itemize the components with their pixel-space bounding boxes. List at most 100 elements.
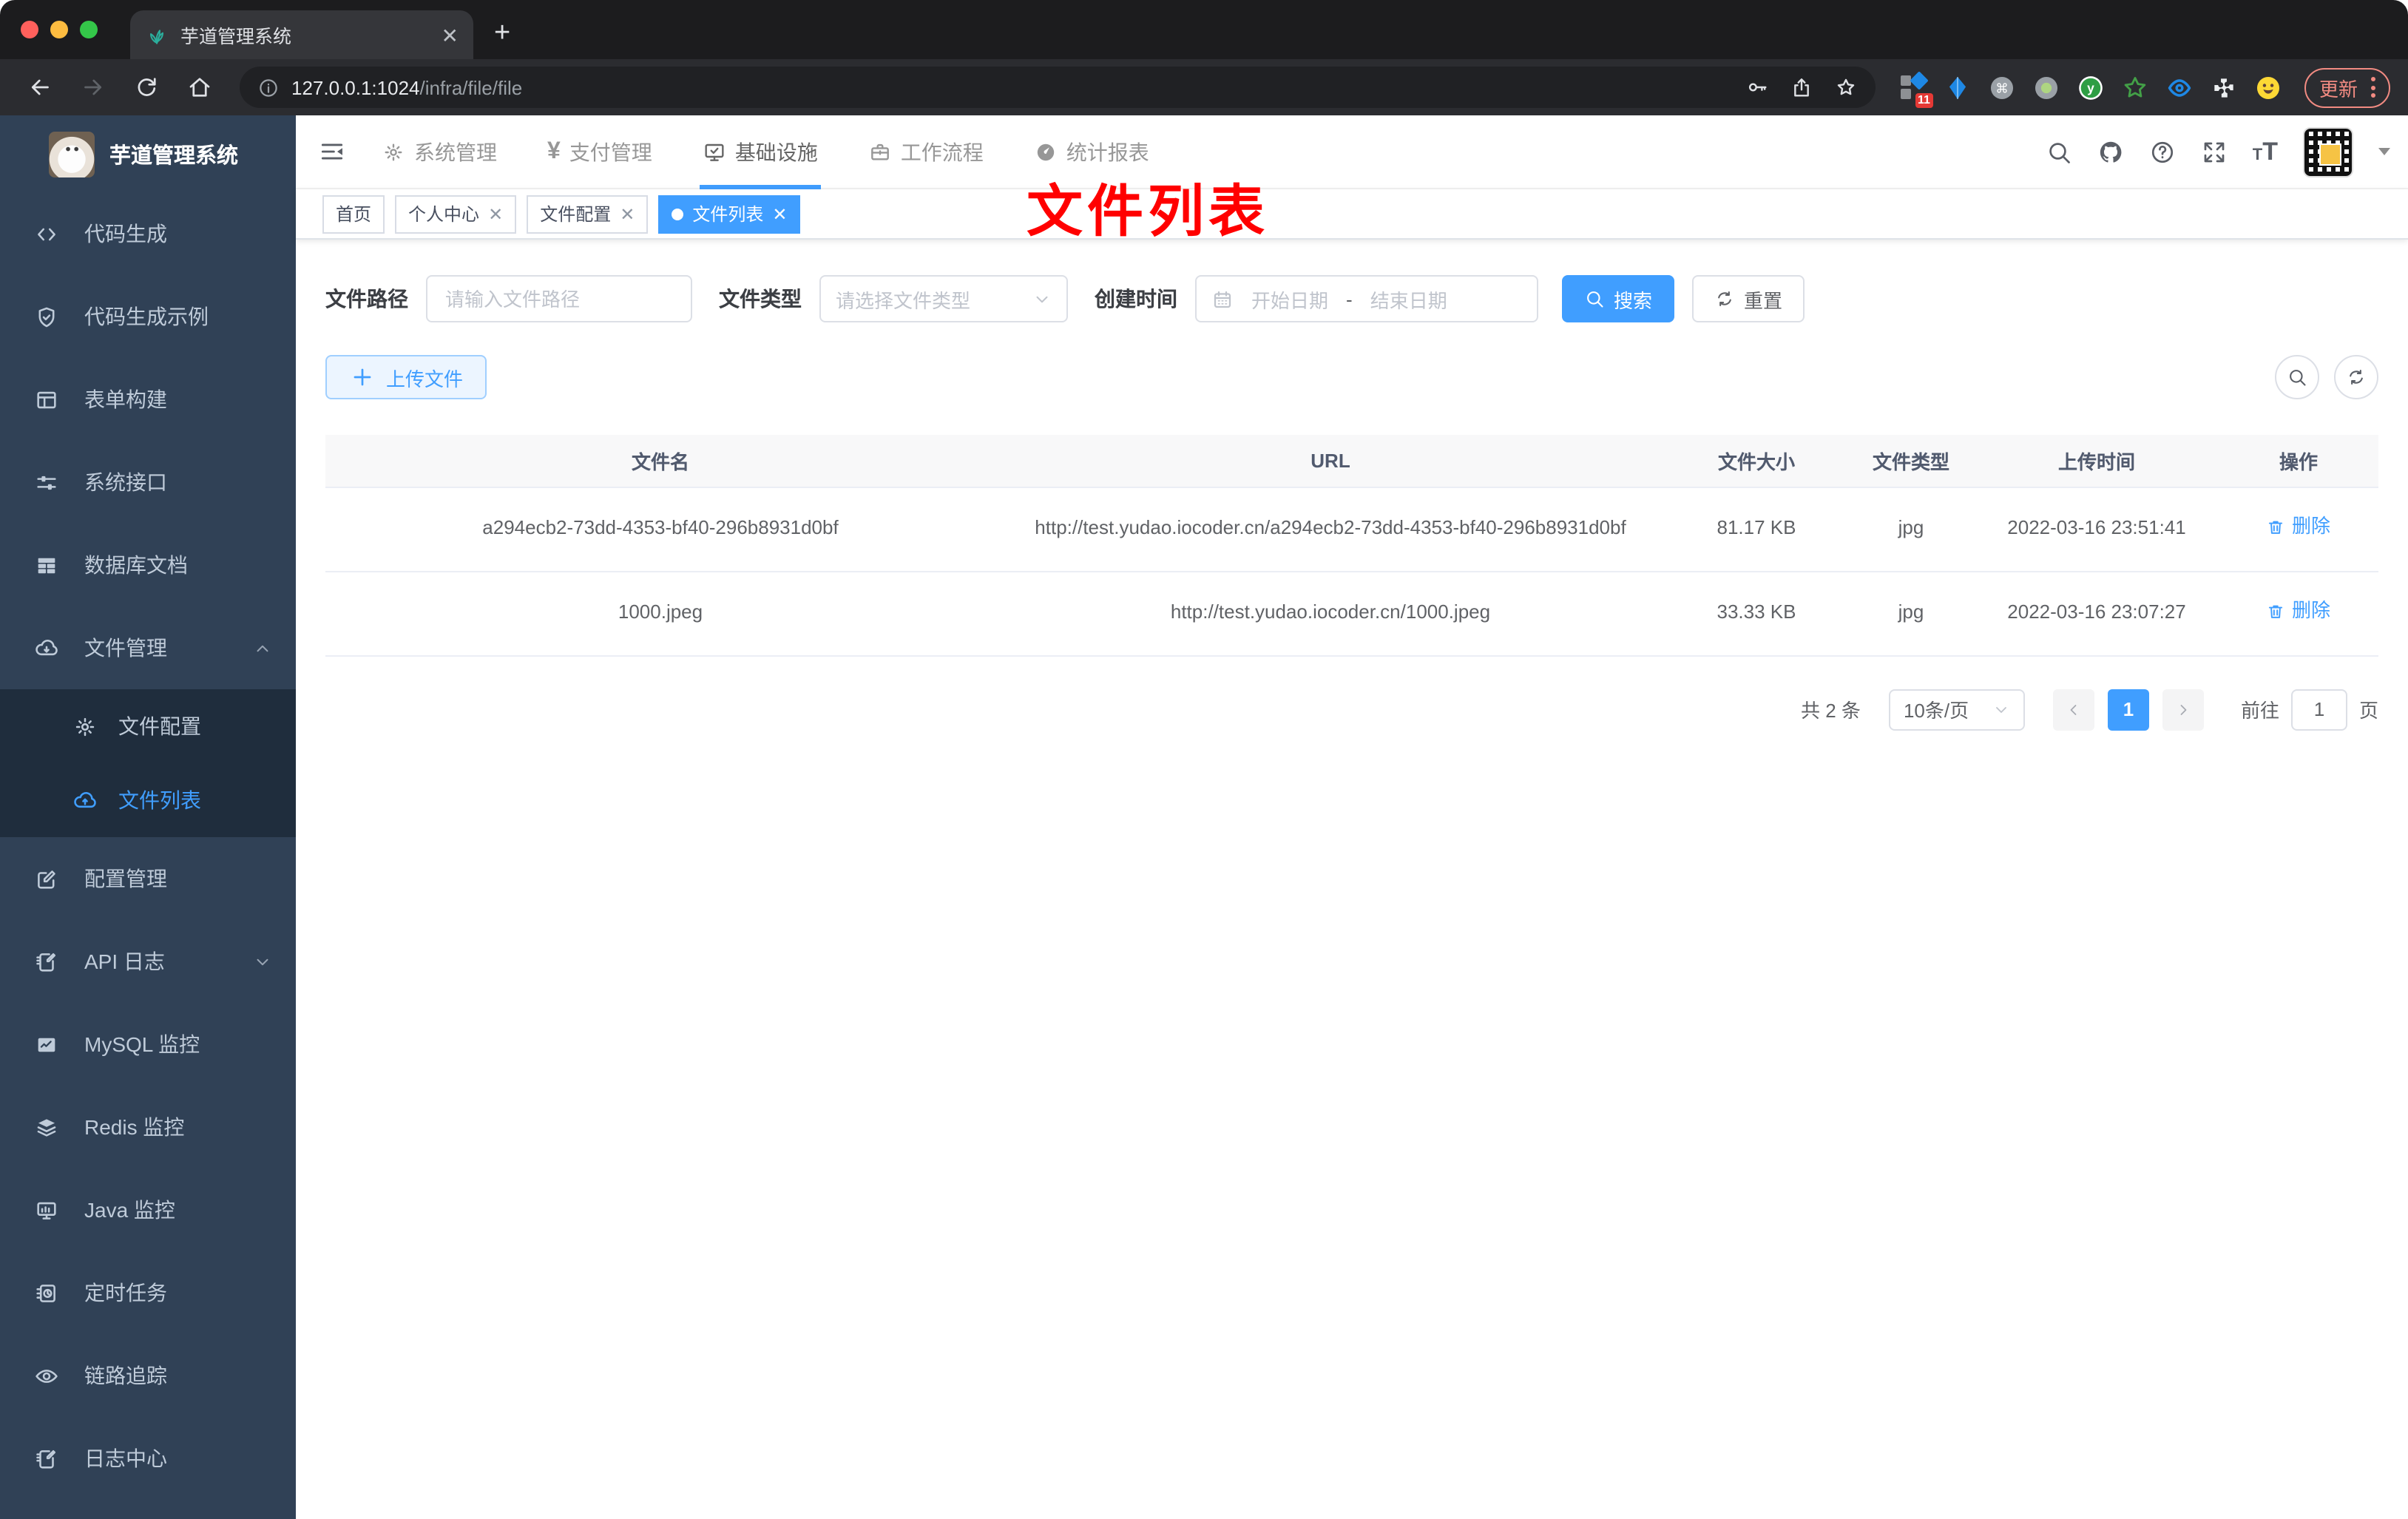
hamburger-icon [317,138,345,166]
extension-emoji-icon[interactable] [2254,73,2282,101]
col-actions: 操作 [2219,435,2378,487]
delete-link[interactable]: 删除 [2267,510,2330,544]
extension-dot-circle-icon[interactable] [2032,73,2060,101]
sidebar-item-java-monitor[interactable]: Java 监控 [0,1168,296,1251]
date-range-picker[interactable]: 开始日期 - 结束日期 [1195,275,1538,322]
cell-file-name: 1000.jpeg [325,571,995,656]
extension-grid-icon[interactable]: 11 [1899,70,1933,107]
tag-profile[interactable]: 个人中心 ✕ [395,194,517,233]
back-button[interactable] [18,65,62,109]
tab-close-icon[interactable]: ✕ [442,24,459,45]
col-file-type: 文件类型 [1847,435,1975,487]
cell-url: http://test.yudao.iocoder.cn/1000.jpeg [995,571,1665,656]
extensions-puzzle-icon[interactable] [2210,73,2238,101]
extension-eye-icon[interactable] [2165,73,2194,101]
close-icon[interactable]: ✕ [772,205,787,223]
goto-page-input[interactable] [2290,689,2347,730]
close-window-button[interactable] [21,21,38,38]
github-icon[interactable] [2097,138,2124,165]
file-path-input[interactable] [426,275,692,322]
topnav-system[interactable]: 系统管理 [379,115,500,189]
current-page[interactable]: 1 [2107,689,2149,730]
file-table: 文件名 URL 文件大小 文件类型 上传时间 操作 a294ecb2-73dd-… [325,435,2378,656]
extension-star-icon[interactable] [2121,73,2149,101]
sidebar-item-cron-job[interactable]: 定时任务 [0,1251,296,1334]
topnav-payment[interactable]: ¥ 支付管理 [544,115,655,189]
search-button[interactable]: 搜索 [1562,275,1675,322]
chrome-update-button[interactable]: 更新 [2304,67,2390,107]
site-info-icon[interactable] [257,76,280,98]
sidebar-item-file-manage[interactable]: 文件管理 [0,606,296,689]
filter-form: 文件路径 文件类型 请选择文件类型 创建时间 开始日期 - 结束日期 搜索 重置 [325,275,2378,322]
font-size-icon[interactable]: TT [2253,139,2278,164]
sidebar-item-code-demo[interactable]: 代码生成示例 [0,275,296,358]
extension-command-icon[interactable]: ⌘ [1988,73,2016,101]
file-type-label: 文件类型 [719,287,802,311]
topnav-workflow[interactable]: 工作流程 [865,115,987,189]
refresh-table-button[interactable] [2334,355,2378,399]
sidebar-item-db-doc[interactable]: 数据库文档 [0,524,296,606]
home-button[interactable] [177,65,222,109]
sidebar-item-mysql-monitor[interactable]: MySQL 监控 [0,1003,296,1086]
new-tab-button[interactable]: + [494,18,510,50]
forward-button[interactable] [71,65,115,109]
share-icon[interactable] [1790,75,1813,99]
address-bar[interactable]: 127.0.0.1:1024/infra/file/file [240,67,1876,108]
sidebar-logo[interactable]: 芋道管理系统 [0,115,296,192]
sidebar-item-form-builder[interactable]: 表单构建 [0,358,296,441]
reload-button[interactable] [124,65,169,109]
clock-doc-icon [34,1280,59,1305]
svg-text:y: y [2087,80,2094,95]
trash-icon [2267,601,2286,620]
sidebar-item-config-manage[interactable]: 配置管理 [0,837,296,920]
briefcase-icon [868,140,892,163]
extension-kite-icon[interactable] [1944,73,1972,101]
topnav-infra[interactable]: 基础设施 [699,115,821,189]
page-content: 文件路径 文件类型 请选择文件类型 创建时间 开始日期 - 结束日期 搜索 重置 [296,240,2408,730]
topnav-report[interactable]: 统计报表 [1031,115,1152,189]
sidebar-item-log-center[interactable]: 日志中心 [0,1417,296,1500]
prev-page-button[interactable] [2052,689,2094,730]
monitor-icon [34,1197,59,1222]
search-icon[interactable] [2046,138,2072,165]
tag-home[interactable]: 首页 [322,194,385,233]
user-avatar-qr[interactable] [2303,126,2353,177]
bookmark-star-icon[interactable] [1834,75,1858,99]
sidebar-item-code-gen[interactable]: 代码生成 [0,192,296,275]
close-icon[interactable]: ✕ [488,205,503,223]
tag-file-config[interactable]: 文件配置 ✕ [527,194,649,233]
next-page-button[interactable] [2162,689,2204,730]
reset-button[interactable]: 重置 [1692,275,1805,322]
extension-y-icon[interactable]: y [2077,73,2105,101]
maximize-window-button[interactable] [80,21,98,38]
delete-link[interactable]: 删除 [2267,594,2330,628]
sidebar-item-system-api[interactable]: 系统接口 [0,441,296,524]
page-size-select[interactable]: 10条/页 [1888,689,2025,730]
chevron-right-icon [2174,700,2192,718]
sidebar-item-redis-monitor[interactable]: Redis 监控 [0,1086,296,1168]
browser-tab[interactable]: 芋道管理系统 ✕ [130,10,473,59]
close-icon[interactable]: ✕ [620,205,635,223]
fullscreen-icon[interactable] [2201,138,2228,165]
toggle-search-button[interactable] [2275,355,2319,399]
help-icon[interactable] [2149,138,2176,165]
avatar-caret-icon[interactable] [2378,148,2390,155]
window-controls[interactable] [21,21,98,38]
active-dot [672,208,684,220]
browser-menu-icon[interactable] [2371,77,2375,98]
eye-icon [34,1363,59,1388]
table-row: 1000.jpeg http://test.yudao.iocoder.cn/1… [325,571,2378,656]
trash-icon [2267,517,2286,536]
sidebar-item-file-config[interactable]: 文件配置 [0,689,296,763]
password-key-icon[interactable] [1745,75,1769,99]
upload-file-button[interactable]: 上传文件 [325,355,487,399]
sidebar-toggle-button[interactable] [296,115,367,189]
sidebar-item-tracing[interactable]: 链路追踪 [0,1334,296,1417]
sidebar-menu: 代码生成 代码生成示例 表单构建 系统接口 数据库文档 文件管理 文件配置 文件… [0,192,296,1500]
file-type-select[interactable]: 请选择文件类型 [819,275,1068,322]
tag-file-list[interactable]: 文件列表 ✕ [658,194,801,233]
sidebar-item-file-list[interactable]: 文件列表 [0,763,296,837]
sidebar-item-api-log[interactable]: API 日志 [0,920,296,1003]
minimize-window-button[interactable] [50,21,68,38]
date-separator: - [1346,288,1353,310]
